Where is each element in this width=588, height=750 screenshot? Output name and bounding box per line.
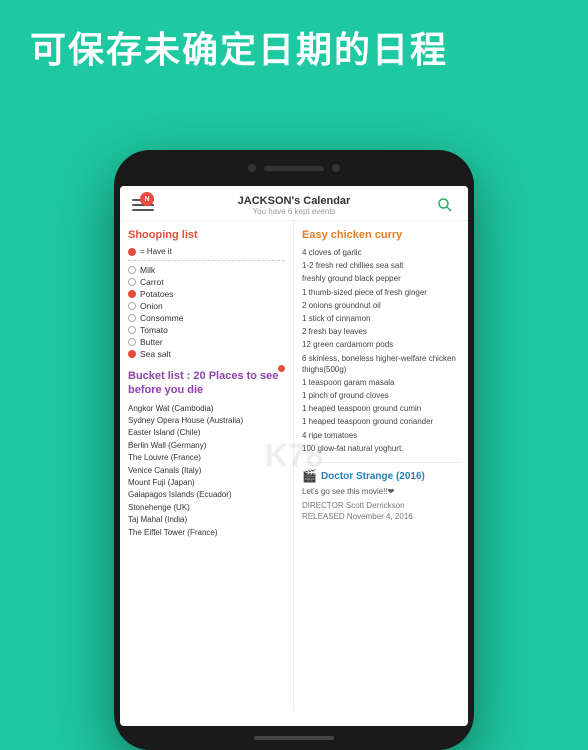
shopping-section-title: Shooping list (128, 229, 285, 241)
shopping-divider (128, 260, 285, 261)
item-dot (128, 326, 136, 334)
movie-director: DIRECTOR Scott Derrickson (302, 500, 460, 511)
header-title-section: JACKSON's Calendar You have 6 kept event… (154, 195, 434, 216)
ingredient: 1 heaped teaspoon ground cumin (302, 403, 460, 414)
search-button[interactable] (434, 194, 456, 216)
list-item: Carrot (128, 277, 285, 287)
movie-title: Doctor Strange (2016) (321, 471, 425, 482)
right-column: Easy chicken curry 4 cloves of garlic 1-… (294, 221, 468, 711)
phone-body: N JACKSON's Calendar You have 6 kept eve… (114, 150, 474, 750)
ingredient: 12 green cardamom pods (302, 339, 460, 350)
ingredient: 4 ripe tomatoes (302, 430, 460, 441)
phone-bottom-bar (114, 726, 474, 750)
camera-dot-right (332, 164, 340, 172)
home-bar (254, 736, 334, 740)
legend-label: = Have it (140, 247, 172, 256)
item-dot (128, 314, 136, 322)
ingredient: 4 cloves of garlic (302, 247, 460, 258)
have-it-dot (128, 248, 136, 256)
movie-section: 🎬 Doctor Strange (2016) Let's go see thi… (302, 462, 460, 522)
item-dot (128, 266, 136, 274)
list-item: Mount Fuji (Japan) (128, 478, 285, 488)
phone-device: N JACKSON's Calendar You have 6 kept eve… (114, 150, 474, 750)
list-item: Berlin Wall (Germany) (128, 441, 285, 451)
item-dot (128, 278, 136, 286)
notification-badge: N (140, 192, 154, 206)
ingredient: 1 thumb-sized piece of fresh ginger (302, 287, 460, 298)
ingredient: 2 onions groundnut oil (302, 300, 460, 311)
calendar-title: JACKSON's Calendar (154, 195, 434, 207)
calendar-subtitle: You have 6 kept events (154, 207, 434, 216)
list-item: Sea salt (128, 349, 285, 359)
list-item: Tomato (128, 325, 285, 335)
list-item: Butter (128, 337, 285, 347)
item-name: Sea salt (140, 349, 171, 359)
shopping-legend: = Have it (128, 247, 285, 256)
app-header: N JACKSON's Calendar You have 6 kept eve… (120, 186, 468, 221)
item-dot (128, 338, 136, 346)
list-item: Easter Island (Chile) (128, 428, 285, 438)
ingredient: 1 heaped teaspoon ground coriander (302, 416, 460, 427)
ingredient: freshly ground black pepper (302, 273, 460, 284)
item-name: Milk (140, 265, 155, 275)
curry-section-title: Easy chicken curry (302, 229, 460, 241)
phone-top-bar (114, 150, 474, 186)
speaker-bar (264, 166, 324, 171)
menu-button[interactable]: N (132, 199, 154, 211)
item-dot (128, 290, 136, 298)
list-item: Consomme (128, 313, 285, 323)
ingredient: 1 pinch of ground cloves (302, 390, 460, 401)
item-name: Butter (140, 337, 163, 347)
list-item: Galapagos Islands (Ecuador) (128, 490, 285, 500)
list-item: Onion (128, 301, 285, 311)
ingredient: 6 skinless, boneless higher-welfare chic… (302, 353, 460, 375)
list-item: Milk (128, 265, 285, 275)
movie-description: Let's go see this movie!!❤ (302, 487, 460, 496)
app-content: Shooping list = Have it Milk Carrot (120, 221, 468, 711)
item-dot (128, 350, 136, 358)
list-item: Sydney Opera House (Australia) (128, 416, 285, 426)
item-name: Potatoes (140, 289, 174, 299)
list-item: Venice Canals (Italy) (128, 466, 285, 476)
list-item: The Eiffel Tower (France) (128, 528, 285, 538)
item-name: Tomato (140, 325, 168, 335)
ingredient: 2 fresh bay leaves (302, 326, 460, 337)
bucket-section-title: Bucket list : 20 Places to see before yo… (128, 369, 285, 398)
item-dot (128, 302, 136, 310)
phone-screen: N JACKSON's Calendar You have 6 kept eve… (120, 186, 468, 726)
list-item: Stonehenge (UK) (128, 503, 285, 513)
list-item: Taj Mahal (India) (128, 515, 285, 525)
camera-dot-left (248, 164, 256, 172)
hero-text: 可保存未确定日期的日程 (30, 28, 558, 71)
list-item: Potatoes (128, 289, 285, 299)
menu-line-3 (132, 209, 154, 211)
ingredient: 1 teaspoon garam masala (302, 377, 460, 388)
ingredient: 1 stick of cinnamon (302, 313, 460, 324)
item-name: Carrot (140, 277, 164, 287)
item-name: Onion (140, 301, 163, 311)
movie-title-row: 🎬 Doctor Strange (2016) (302, 469, 460, 483)
ingredient: 1-2 fresh red chillies sea salt (302, 260, 460, 271)
movie-emoji: 🎬 (302, 469, 317, 483)
list-item: The Louvre (France) (128, 453, 285, 463)
list-item: Angkor Wat (Cambodia) (128, 404, 285, 414)
item-name: Consomme (140, 313, 183, 323)
left-column: Shooping list = Have it Milk Carrot (120, 221, 294, 711)
movie-released: RELEASED November 4, 2016 (302, 511, 460, 522)
ingredient: 100 glow-fat natural yoghurt. (302, 443, 460, 454)
